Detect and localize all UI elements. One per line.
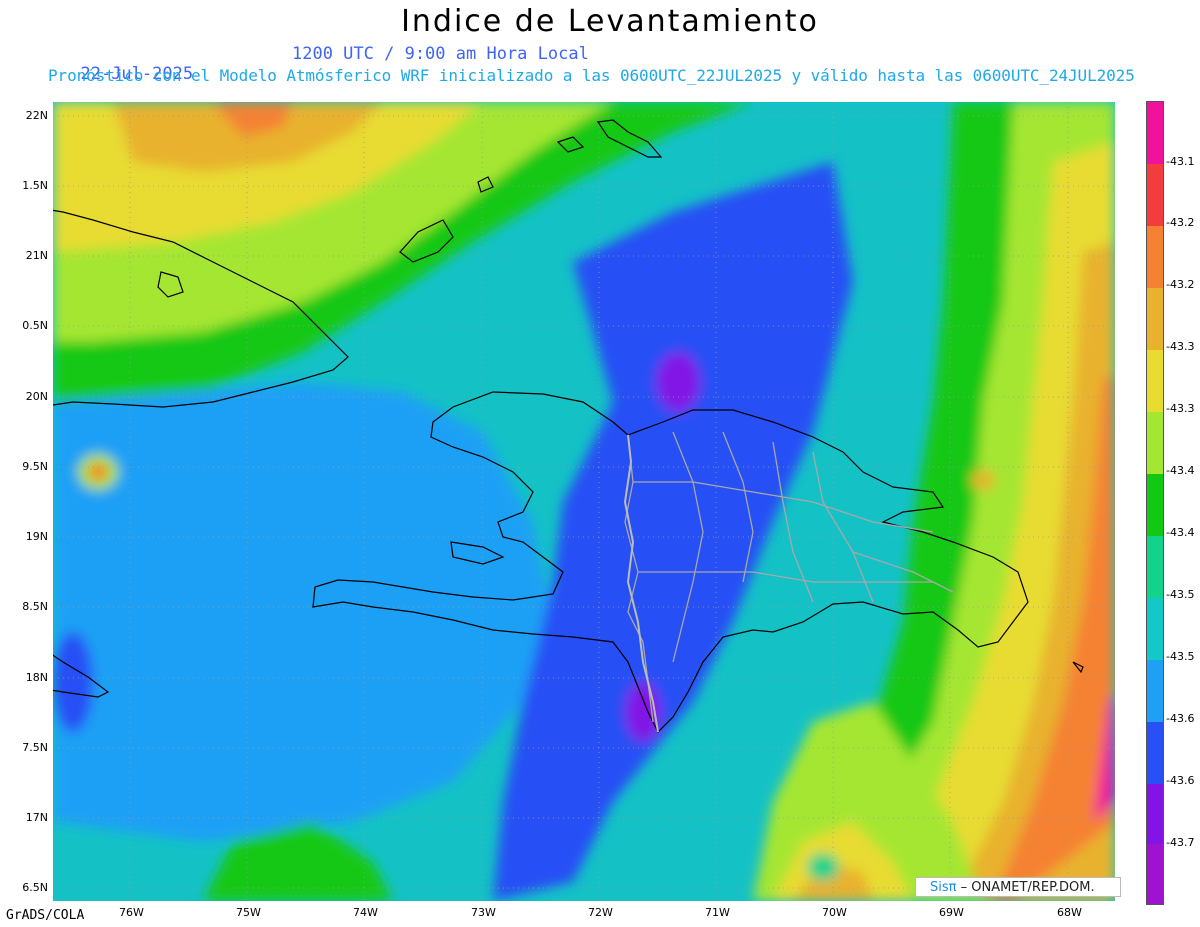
lon-label: 74W [353,906,378,919]
lon-label: 72W [588,906,613,919]
colorbar-label: -43.5 [1166,650,1195,663]
colorbar-label: -43.4 [1166,464,1195,477]
lat-label: 22N [25,109,48,122]
colorbar-swatch [1147,784,1163,844]
colorbar-swatch [1147,350,1163,412]
lat-label: 21N [25,249,48,262]
colorbar-swatch [1147,102,1163,164]
colorbar-swatch [1147,226,1163,288]
lat-label: 9.5N [22,460,48,473]
colorbar [1146,101,1164,905]
lat-label: 1.5N [22,179,48,192]
colorbar-label: -43.1 [1166,155,1195,168]
colorbar-swatch [1147,288,1163,350]
colorbar-label: -43.3 [1166,402,1195,415]
colorbar-swatch [1147,164,1163,226]
grads-credit: GrADS/COLA [6,908,85,923]
lat-label: 20N [25,390,48,403]
onamet-text: – ONAMET/REP.DOM. [956,880,1095,895]
lifted-index-map [53,102,1115,901]
colorbar-label: -43.5 [1166,588,1195,601]
lat-label: 6.5N [22,881,48,894]
colorbar-label: -43.4 [1166,526,1195,539]
colorbar-label: -43.6 [1166,774,1195,787]
map-canvas [53,102,1115,901]
forecast-time: 1200 UTC / 9:00 am Hora Local [292,44,589,64]
lon-label: 76W [119,906,144,919]
lat-label: 17N [25,811,48,824]
map-title: Indice de Levantamiento [401,4,819,39]
colorbar-swatch [1147,536,1163,598]
colorbar-swatch [1147,660,1163,722]
lat-label: 7.5N [22,741,48,754]
lat-label: 8.5N [22,600,48,613]
colorbar-label: -43.3 [1166,340,1195,353]
colorbar-swatch [1147,412,1163,474]
lat-label: 18N [25,671,48,684]
lon-label: 69W [939,906,964,919]
lon-label: 68W [1057,906,1082,919]
colorbar-swatch [1147,598,1163,660]
lat-label: 0.5N [22,319,48,332]
colorbar-label: -43.2 [1166,216,1195,229]
colorbar-label: -43.6 [1166,712,1195,725]
colorbar-swatch [1147,722,1163,784]
colorbar-swatch [1147,474,1163,536]
colorbar-swatch [1147,844,1163,904]
lat-label: 19N [25,530,48,543]
lon-label: 71W [705,906,730,919]
sispi-logo: Sisπ [930,880,957,895]
lon-label: 73W [471,906,496,919]
colorbar-label: -43.2 [1166,278,1195,291]
lon-label: 70W [822,906,847,919]
onamet-brand: Sisπ – ONAMET/REP.DOM. [915,877,1121,897]
model-description: Pronóstico con el Modelo Atmósferico WRF… [48,66,1135,85]
colorbar-label: -43.7 [1166,836,1195,849]
lon-label: 75W [236,906,261,919]
